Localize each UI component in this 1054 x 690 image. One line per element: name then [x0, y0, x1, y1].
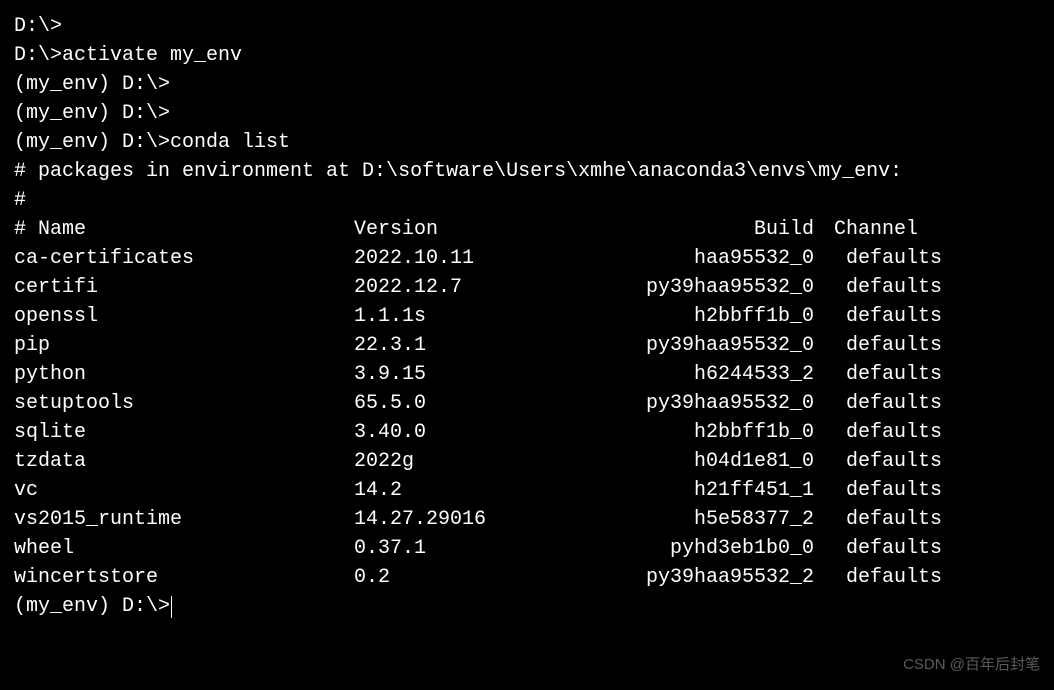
package-channel: defaults — [814, 447, 942, 476]
package-name: openssl — [14, 302, 354, 331]
package-channel: defaults — [814, 244, 942, 273]
package-row: sqlite3.40.0h2bbff1b_0defaults — [14, 418, 1040, 447]
package-channel: defaults — [814, 273, 942, 302]
package-version: 14.27.29016 — [354, 505, 594, 534]
package-version: 2022.12.7 — [354, 273, 594, 302]
package-channel: defaults — [814, 360, 942, 389]
package-row: ca-certificates2022.10.11haa95532_0defau… — [14, 244, 1040, 273]
package-list: ca-certificates2022.10.11haa95532_0defau… — [14, 244, 1040, 592]
package-row: pip22.3.1py39haa95532_0defaults — [14, 331, 1040, 360]
comment-line: # — [14, 186, 1040, 215]
env-path-comment: # packages in environment at D:\software… — [14, 157, 1040, 186]
header-build: Build — [594, 215, 814, 244]
header-version: Version — [354, 215, 594, 244]
package-channel: defaults — [814, 302, 942, 331]
command-line-activate: D:\>activate my_env — [14, 41, 1040, 70]
package-name: tzdata — [14, 447, 354, 476]
package-name: vs2015_runtime — [14, 505, 354, 534]
package-row: vs2015_runtime14.27.29016h5e58377_2defau… — [14, 505, 1040, 534]
package-channel: defaults — [814, 505, 942, 534]
package-version: 3.40.0 — [354, 418, 594, 447]
package-version: 22.3.1 — [354, 331, 594, 360]
package-row: wincertstore0.2py39haa95532_2defaults — [14, 563, 1040, 592]
package-row: openssl1.1.1sh2bbff1b_0defaults — [14, 302, 1040, 331]
package-row: setuptools65.5.0py39haa95532_0defaults — [14, 389, 1040, 418]
prompt-line-env: (my_env) D:\> — [14, 70, 1040, 99]
package-name: setuptools — [14, 389, 354, 418]
package-build: py39haa95532_0 — [594, 331, 814, 360]
package-channel: defaults — [814, 476, 942, 505]
package-version: 0.37.1 — [354, 534, 594, 563]
package-version: 2022g — [354, 447, 594, 476]
prompt-line: D:\> — [14, 12, 1040, 41]
package-version: 3.9.15 — [354, 360, 594, 389]
package-build: h04d1e81_0 — [594, 447, 814, 476]
package-build: h5e58377_2 — [594, 505, 814, 534]
package-version: 65.5.0 — [354, 389, 594, 418]
package-name: pip — [14, 331, 354, 360]
package-version: 14.2 — [354, 476, 594, 505]
package-build: h6244533_2 — [594, 360, 814, 389]
text-cursor — [171, 596, 172, 618]
package-name: vc — [14, 476, 354, 505]
package-channel: defaults — [814, 534, 942, 563]
package-row: certifi2022.12.7py39haa95532_0defaults — [14, 273, 1040, 302]
package-name: wheel — [14, 534, 354, 563]
package-build: py39haa95532_0 — [594, 273, 814, 302]
package-build: h21ff451_1 — [594, 476, 814, 505]
package-row: vc14.2h21ff451_1defaults — [14, 476, 1040, 505]
package-build: py39haa95532_2 — [594, 563, 814, 592]
package-channel: defaults — [814, 563, 942, 592]
package-build: haa95532_0 — [594, 244, 814, 273]
package-name: certifi — [14, 273, 354, 302]
package-channel: defaults — [814, 331, 942, 360]
package-version: 0.2 — [354, 563, 594, 592]
package-build: h2bbff1b_0 — [594, 418, 814, 447]
prompt-line-env: (my_env) D:\> — [14, 99, 1040, 128]
package-list-header: # Name Version Build Channel — [14, 215, 1040, 244]
header-name: # Name — [14, 215, 354, 244]
package-row: wheel0.37.1pyhd3eb1b0_0defaults — [14, 534, 1040, 563]
prompt-text: (my_env) D:\> — [14, 595, 170, 618]
package-channel: defaults — [814, 418, 942, 447]
package-row: tzdata2022gh04d1e81_0defaults — [14, 447, 1040, 476]
header-channel: Channel — [814, 215, 918, 244]
package-row: python3.9.15h6244533_2defaults — [14, 360, 1040, 389]
package-name: python — [14, 360, 354, 389]
package-channel: defaults — [814, 389, 942, 418]
current-prompt-line[interactable]: (my_env) D:\> — [14, 592, 1040, 621]
package-name: ca-certificates — [14, 244, 354, 273]
watermark: CSDN @百年后封笔 — [903, 654, 1040, 676]
package-version: 2022.10.11 — [354, 244, 594, 273]
package-name: wincertstore — [14, 563, 354, 592]
package-build: pyhd3eb1b0_0 — [594, 534, 814, 563]
terminal-output[interactable]: D:\> D:\>activate my_env (my_env) D:\> (… — [14, 12, 1040, 621]
package-version: 1.1.1s — [354, 302, 594, 331]
package-build: py39haa95532_0 — [594, 389, 814, 418]
command-line-conda-list: (my_env) D:\>conda list — [14, 128, 1040, 157]
package-name: sqlite — [14, 418, 354, 447]
package-build: h2bbff1b_0 — [594, 302, 814, 331]
